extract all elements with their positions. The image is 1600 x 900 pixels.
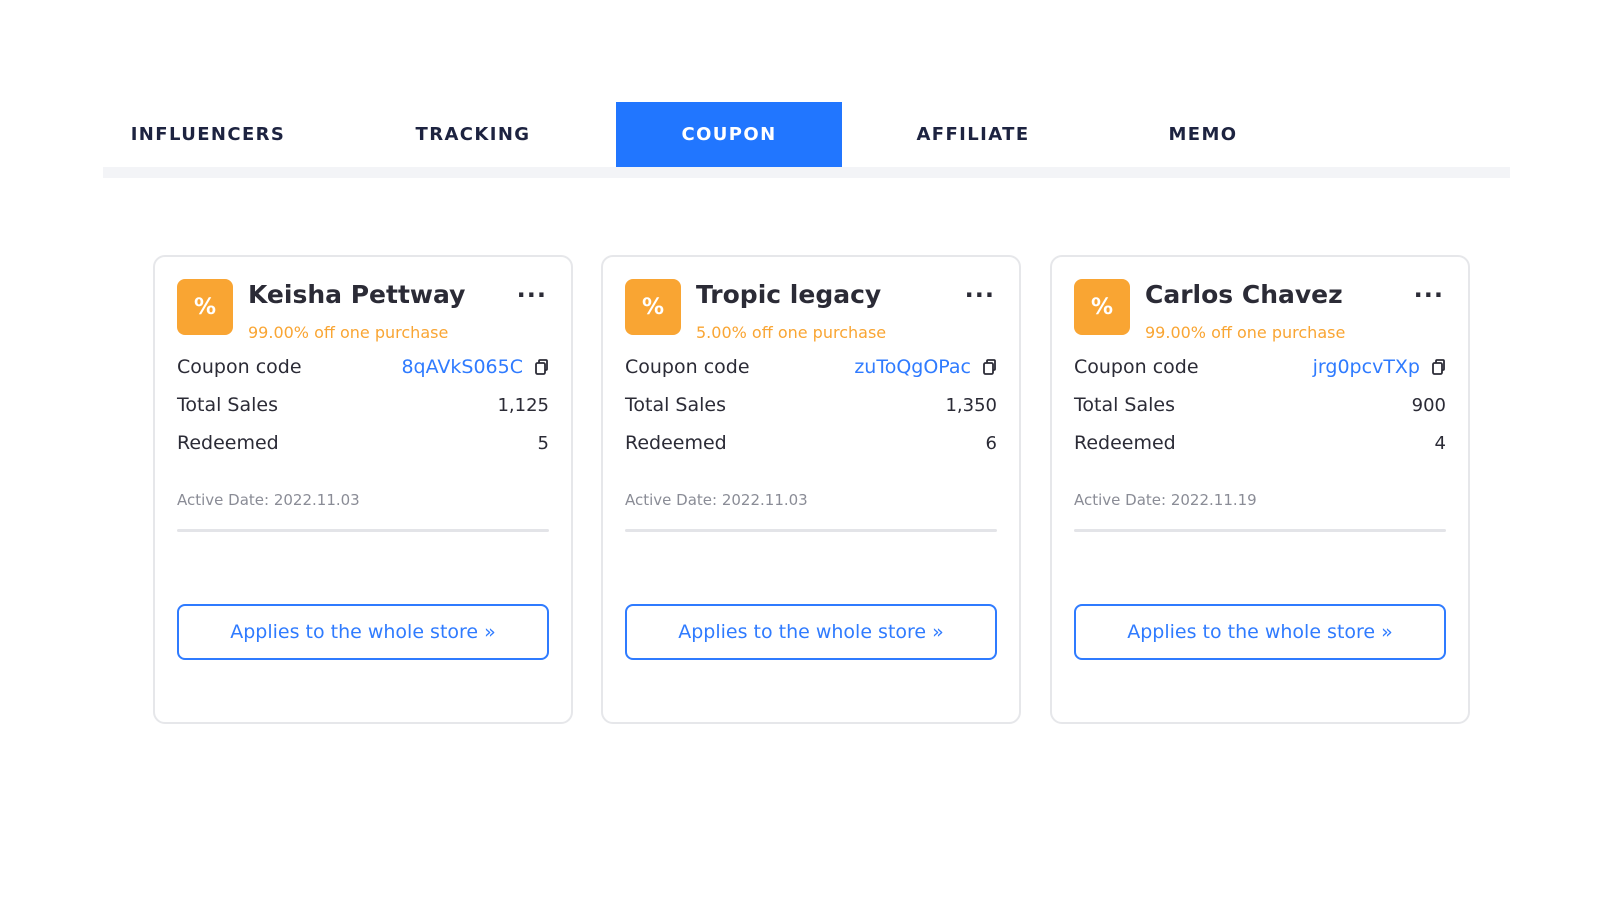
total-sales-row: Total Sales 900 bbox=[1074, 391, 1446, 419]
coupon-card: % Keisha Pettway 99.00% off one purchase… bbox=[153, 255, 573, 724]
discount-text: 99.00% off one purchase bbox=[248, 323, 449, 342]
percent-icon: % bbox=[625, 279, 681, 335]
active-date: Active Date: 2022.11.03 bbox=[625, 491, 808, 509]
coupon-card: % Tropic legacy 5.00% off one purchase ·… bbox=[601, 255, 1021, 724]
divider bbox=[177, 529, 549, 532]
redeemed-row: Redeemed 4 bbox=[1074, 429, 1446, 457]
tab-memo[interactable]: MEMO bbox=[1098, 102, 1308, 167]
applies-whole-store-button[interactable]: Applies to the whole store » bbox=[1074, 604, 1446, 660]
tab-coupon[interactable]: COUPON bbox=[616, 102, 842, 167]
total-sales-label: Total Sales bbox=[177, 394, 278, 416]
discount-text: 5.00% off one purchase bbox=[696, 323, 887, 342]
divider bbox=[625, 529, 997, 532]
redeemed-value: 5 bbox=[537, 432, 549, 454]
redeemed-label: Redeemed bbox=[625, 432, 727, 454]
coupon-code-label: Coupon code bbox=[1074, 356, 1199, 378]
discount-text: 99.00% off one purchase bbox=[1145, 323, 1346, 342]
coupon-code-row: Coupon code jrg0pcvTXp bbox=[1074, 353, 1446, 381]
applies-whole-store-button[interactable]: Applies to the whole store » bbox=[625, 604, 997, 660]
percent-icon: % bbox=[1074, 279, 1130, 335]
tab-tracking[interactable]: TRACKING bbox=[368, 102, 578, 167]
coupon-code-label: Coupon code bbox=[625, 356, 750, 378]
copy-icon[interactable] bbox=[983, 359, 997, 375]
redeemed-row: Redeemed 6 bbox=[625, 429, 997, 457]
redeemed-label: Redeemed bbox=[1074, 432, 1176, 454]
redeemed-row: Redeemed 5 bbox=[177, 429, 549, 457]
copy-icon[interactable] bbox=[1432, 359, 1446, 375]
coupon-code-row: Coupon code zuToQgOPac bbox=[625, 353, 997, 381]
total-sales-label: Total Sales bbox=[625, 394, 726, 416]
redeemed-value: 6 bbox=[985, 432, 997, 454]
more-options-icon[interactable]: ··· bbox=[1414, 281, 1444, 309]
applies-whole-store-button[interactable]: Applies to the whole store » bbox=[177, 604, 549, 660]
coupon-card: % Carlos Chavez 99.00% off one purchase … bbox=[1050, 255, 1470, 724]
coupon-code-group: zuToQgOPac bbox=[854, 356, 997, 378]
total-sales-value: 1,350 bbox=[945, 394, 997, 416]
coupon-owner-name: Keisha Pettway bbox=[248, 280, 466, 309]
total-sales-label: Total Sales bbox=[1074, 394, 1175, 416]
coupon-owner-name: Carlos Chavez bbox=[1145, 280, 1343, 309]
more-options-icon[interactable]: ··· bbox=[965, 281, 995, 309]
total-sales-row: Total Sales 1,350 bbox=[625, 391, 997, 419]
redeemed-value: 4 bbox=[1434, 432, 1446, 454]
total-sales-value: 900 bbox=[1411, 394, 1446, 416]
total-sales-row: Total Sales 1,125 bbox=[177, 391, 549, 419]
active-date: Active Date: 2022.11.19 bbox=[1074, 491, 1257, 509]
coupon-code-row: Coupon code 8qAVkS065C bbox=[177, 353, 549, 381]
redeemed-label: Redeemed bbox=[177, 432, 279, 454]
percent-icon: % bbox=[177, 279, 233, 335]
coupon-code-value[interactable]: jrg0pcvTXp bbox=[1313, 356, 1420, 378]
divider bbox=[1074, 529, 1446, 532]
coupon-code-label: Coupon code bbox=[177, 356, 302, 378]
tab-influencers[interactable]: INFLUENCERS bbox=[103, 102, 313, 167]
coupon-code-group: jrg0pcvTXp bbox=[1313, 356, 1446, 378]
coupon-code-group: 8qAVkS065C bbox=[401, 356, 549, 378]
total-sales-value: 1,125 bbox=[497, 394, 549, 416]
copy-icon[interactable] bbox=[535, 359, 549, 375]
coupon-code-value[interactable]: 8qAVkS065C bbox=[401, 356, 523, 378]
more-options-icon[interactable]: ··· bbox=[517, 281, 547, 309]
coupon-owner-name: Tropic legacy bbox=[696, 280, 882, 309]
coupon-code-value[interactable]: zuToQgOPac bbox=[854, 356, 971, 378]
active-date: Active Date: 2022.11.03 bbox=[177, 491, 360, 509]
tab-affiliate[interactable]: AFFILIATE bbox=[868, 102, 1078, 167]
tab-bar: INFLUENCERS TRACKING COUPON AFFILIATE ME… bbox=[103, 102, 1510, 178]
tab-row: INFLUENCERS TRACKING COUPON AFFILIATE ME… bbox=[103, 102, 1510, 167]
